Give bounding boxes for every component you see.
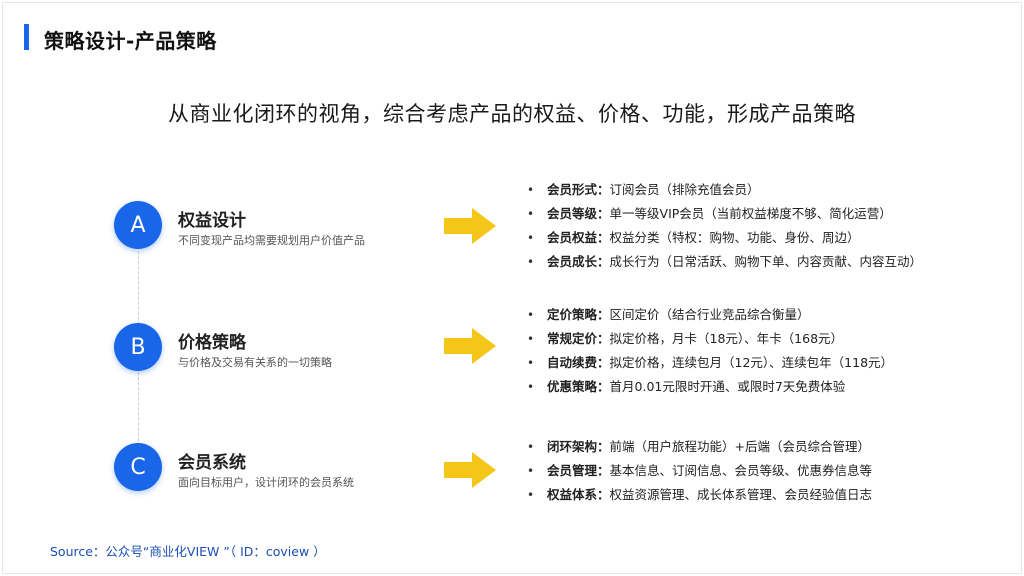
list-item: • 权益体系：权益资源管理、成长体系管理、会员经验值日志 [527, 487, 873, 502]
bullet-text: 单一等级VIP会员（当前权益梯度不够、简化运营） [609, 206, 892, 221]
bullet-text: 首月0.01元限时开通、或限时7天免费体验 [609, 379, 846, 394]
bullet-key: 会员管理： [547, 463, 610, 478]
bullet-text: 拟定价格，月卡（18元）、年卡（168元） [609, 331, 844, 346]
bullet-key: 会员等级： [547, 206, 610, 221]
section-c-bullet-list: • 闭环架构：前端（用户旅程功能）+后端（会员综合管理） • 会员管理：基本信息、订… [527, 435, 872, 507]
bullet-text: 拟定价格，连续包月（12元）、连续包年（118元） [609, 355, 894, 370]
arrow-right-icon [444, 452, 496, 488]
bullet-text: 基本信息、订阅信息、会员等级、优惠券信息等 [609, 463, 873, 478]
bullet-text: 前端（用户旅程功能）+后端（会员综合管理） [609, 439, 870, 454]
slide-title: 策略设计-产品策略 [44, 29, 217, 53]
section-c-description: 面向目标用户，设计闭环的会员系统 [178, 476, 354, 489]
bullet-text: 订阅会员（排除充值会员） [609, 182, 760, 197]
section-b-description: 与价格及交易有关系的一切策略 [178, 356, 332, 369]
section-a-description: 不同变现产品均需要规划用户价值产品 [178, 234, 365, 247]
list-item: • 自动续费：拟定价格，连续包月（12元）、连续包年（118元） [527, 355, 894, 370]
list-item: • 会员权益：权益分类（特权：购物、功能、身份、周边） [527, 230, 860, 245]
bullet-text: 区间定价（结合行业竞品综合衡量） [609, 307, 810, 322]
list-item: • 定价策略：区间定价（结合行业竞品综合衡量） [527, 307, 810, 322]
list-item: • 会员形式：订阅会员（排除充值会员） [527, 182, 760, 197]
list-item: • 会员成长：成长行为（日常活跃、购物下单、内容贡献、内容互动） [527, 254, 923, 269]
bullet-key: 会员形式： [547, 182, 610, 197]
bullet-text: 权益资源管理、成长体系管理、会员经验值日志 [609, 487, 873, 502]
bullet-key: 权益体系： [547, 487, 610, 502]
section-a-heading: 权益设计 [178, 211, 246, 231]
list-item: • 会员等级：单一等级VIP会员（当前权益梯度不够、简化运营） [527, 206, 892, 221]
bullet-text: 成长行为（日常活跃、购物下单、内容贡献、内容互动） [609, 254, 923, 269]
arrow-right-icon [444, 208, 496, 244]
section-a-bullet-list: • 会员形式：订阅会员（排除充值会员） • 会员等级：单一等级VIP会员（当前权益梯… [527, 178, 922, 274]
list-item: • 闭环架构：前端（用户旅程功能）+后端（会员综合管理） [527, 439, 870, 454]
slide-subtitle: 从商业化闭环的视角，综合考虑产品的权益、价格、功能，形成产品策略 [168, 102, 856, 126]
list-item: • 优惠策略：首月0.01元限时开通、或限时7天免费体验 [527, 379, 846, 394]
section-b-bullet-list: • 定价策略：区间定价（结合行业竞品综合衡量） • 常规定价：拟定价格，月卡（18元… [527, 303, 893, 399]
bullet-key: 会员权益： [547, 230, 610, 245]
bullet-text: 权益分类（特权：购物、功能、身份、周边） [609, 230, 860, 245]
bullet-key: 优惠策略： [547, 379, 610, 394]
title-accent-bar [24, 24, 29, 50]
bullet-key: 闭环架构： [547, 439, 610, 454]
section-b-badge: B [114, 323, 162, 371]
section-c-badge: C [114, 443, 162, 491]
section-b-heading: 价格策略 [178, 333, 246, 353]
list-item: • 会员管理：基本信息、订阅信息、会员等级、优惠券信息等 [527, 463, 873, 478]
section-a-badge: A [114, 201, 162, 249]
section-c-heading: 会员系统 [178, 453, 246, 473]
bullet-key: 会员成长： [547, 254, 610, 269]
arrow-right-icon [444, 328, 496, 364]
bullet-key: 常规定价： [547, 331, 610, 346]
bullet-key: 自动续费： [547, 355, 610, 370]
bullet-key: 定价策略： [547, 307, 610, 322]
list-item: • 常规定价：拟定价格，月卡（18元）、年卡（168元） [527, 331, 844, 346]
source-note: Source：公众号“商业化VIEW ”（ ID：coview ） [50, 544, 326, 559]
